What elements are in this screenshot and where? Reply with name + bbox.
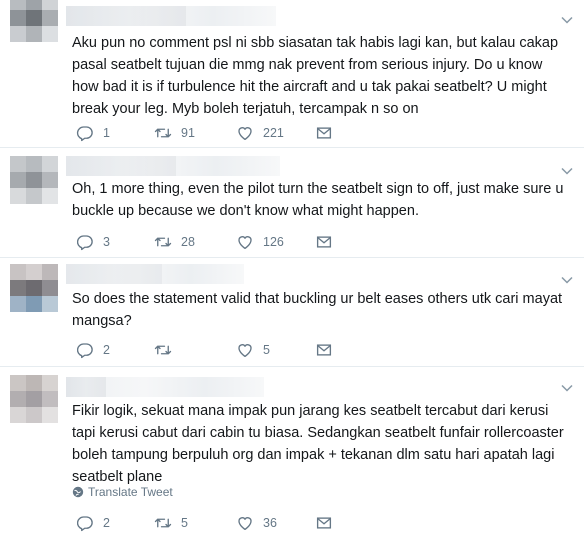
user-name[interactable] [66,264,162,284]
tweet-actions: 2 5 36 [72,513,392,533]
reply-count: 1 [103,126,110,140]
like-button[interactable]: 5 [236,340,270,360]
retweet-count: 5 [181,516,188,530]
reply-button[interactable]: 1 [76,123,110,143]
tweet-text: Oh, 1 more thing, even the pilot turn th… [72,181,564,219]
direct-message-button[interactable] [315,513,333,533]
direct-message-button[interactable] [315,340,333,360]
direct-message-icon [316,127,332,139]
tweet[interactable]: Oh, 1 more thing, even the pilot turn th… [0,148,584,256]
reply-count: 3 [103,235,110,249]
direct-message-icon [316,236,332,248]
user-name[interactable] [66,377,106,397]
retweet-icon [154,237,172,247]
tweet-text: Fikir logik, sekuat mana impak pun jaran… [72,403,564,485]
like-icon [238,236,252,250]
avatar[interactable] [10,156,58,204]
like-count: 5 [263,343,270,357]
reply-count: 2 [103,343,110,357]
tweet[interactable]: So does the statement valid that bucklin… [0,258,584,366]
retweet-icon [154,128,172,138]
reply-count: 2 [103,516,110,530]
retweet-button[interactable]: 91 [154,123,195,143]
direct-message-icon [316,517,332,529]
tweet-actions: 2 5 [72,340,392,360]
like-count: 126 [263,235,284,249]
chevron-down-icon[interactable] [560,164,574,178]
direct-message-button[interactable] [315,232,333,252]
retweet-count: 28 [181,235,195,249]
avatar[interactable] [10,375,58,423]
like-button[interactable]: 126 [236,232,284,252]
chevron-down-icon[interactable] [560,381,574,395]
like-count: 36 [263,516,277,530]
like-count: 221 [263,126,284,140]
tweet[interactable]: Aku pun no comment psl ni sbb siasatan t… [0,0,584,145]
avatar[interactable] [10,0,58,42]
like-icon [238,517,252,531]
translate-tweet-link[interactable]: Translate Tweet [72,485,173,499]
tweet-actions: 3 28 126 [72,232,392,252]
like-icon [238,344,252,358]
tweet[interactable]: Fikir logik, sekuat mana impak pun jaran… [0,367,584,532]
chevron-down-icon[interactable] [560,273,574,287]
retweet-icon [154,345,172,355]
globe-icon [72,486,84,498]
retweet-button[interactable]: 5 [154,513,188,533]
user-name[interactable] [66,6,186,26]
reply-icon [76,516,93,532]
user-name[interactable] [66,156,176,176]
retweet-icon [154,518,172,528]
like-button[interactable]: 36 [236,513,277,533]
like-button[interactable]: 221 [236,123,284,143]
direct-message-icon [316,344,332,356]
reply-icon [76,235,93,251]
reply-icon [76,343,93,359]
retweet-button[interactable] [154,340,181,360]
like-icon [238,127,252,141]
tweet-actions: 1 91 221 [72,123,392,143]
tweet-text: Aku pun no comment psl ni sbb siasatan t… [72,35,559,117]
tweet-text: So does the statement valid that bucklin… [72,291,563,329]
translate-tweet-label: Translate Tweet [88,485,173,499]
reply-button[interactable]: 2 [76,340,110,360]
direct-message-button[interactable] [315,123,333,143]
retweet-count: 91 [181,126,195,140]
reply-button[interactable]: 3 [76,232,110,252]
reply-icon [76,126,93,142]
reply-button[interactable]: 2 [76,513,110,533]
avatar[interactable] [10,264,58,312]
retweet-button[interactable]: 28 [154,232,195,252]
chevron-down-icon[interactable] [560,13,574,27]
